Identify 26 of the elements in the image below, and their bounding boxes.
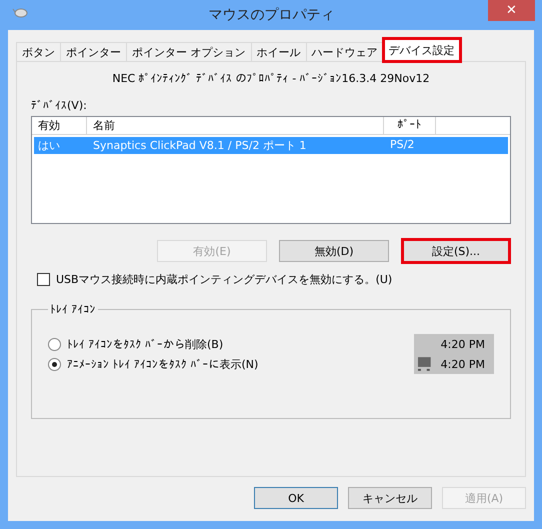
checkbox-label: USBマウス接続時に内蔵ポインティングデバイスを無効にする。(U) xyxy=(56,272,392,287)
radio-label: ﾄﾚｲ ｱｲｺﾝをﾀｽｸ ﾊﾞｰから削除(B) xyxy=(67,336,224,352)
tab[interactable]: デバイス設定 xyxy=(382,38,460,62)
device-button[interactable]: 設定(S)... xyxy=(401,238,511,264)
clock-time: 4:20 PM xyxy=(440,338,485,350)
radio-label: ｱﾆﾒｰｼｮﾝ ﾄﾚｲ ｱｲｺﾝをﾀｽｸ ﾊﾞｰに表示(N) xyxy=(67,356,258,372)
close-button[interactable]: ✕ xyxy=(488,0,535,21)
column-header[interactable]: 有効 xyxy=(32,117,87,135)
dialog-button[interactable]: キャンセル xyxy=(348,487,432,509)
mouse-icon xyxy=(12,6,28,20)
radio-button[interactable] xyxy=(48,338,61,350)
table-cell-text: はい xyxy=(37,138,61,154)
group-title: ﾄﾚｲ ｱｲｺﾝ xyxy=(49,303,96,316)
table-cell-text: PS/2 xyxy=(389,137,416,153)
column-header[interactable]: ﾎﾟｰﾄ xyxy=(384,117,436,135)
tab[interactable]: ボタン xyxy=(16,42,61,62)
clock-time: 4:20 PM xyxy=(440,358,485,370)
radio-button[interactable] xyxy=(48,358,61,370)
checkbox[interactable] xyxy=(37,273,50,286)
device-button[interactable]: 無効(D) xyxy=(279,240,389,262)
table-cell-text: Synaptics ClickPad V8.1 / PS/2 ポート 1 xyxy=(92,138,308,154)
version-text: NEC ﾎﾟｲﾝﾃｨﾝｸﾞ ﾃﾞﾊﾞｲｽ のﾌﾟﾛﾊﾟﾃｨ - ﾊﾞｰｼﾞｮﾝ16.3.4 29Nov12 xyxy=(111,72,431,85)
window-title: マウスのプロパティ xyxy=(208,6,336,24)
devices-label: ﾃﾞﾊﾞｲｽ(V): xyxy=(31,99,88,112)
dialog-button[interactable]: OK xyxy=(254,487,338,509)
column-header[interactable]: 名前 xyxy=(87,117,384,135)
